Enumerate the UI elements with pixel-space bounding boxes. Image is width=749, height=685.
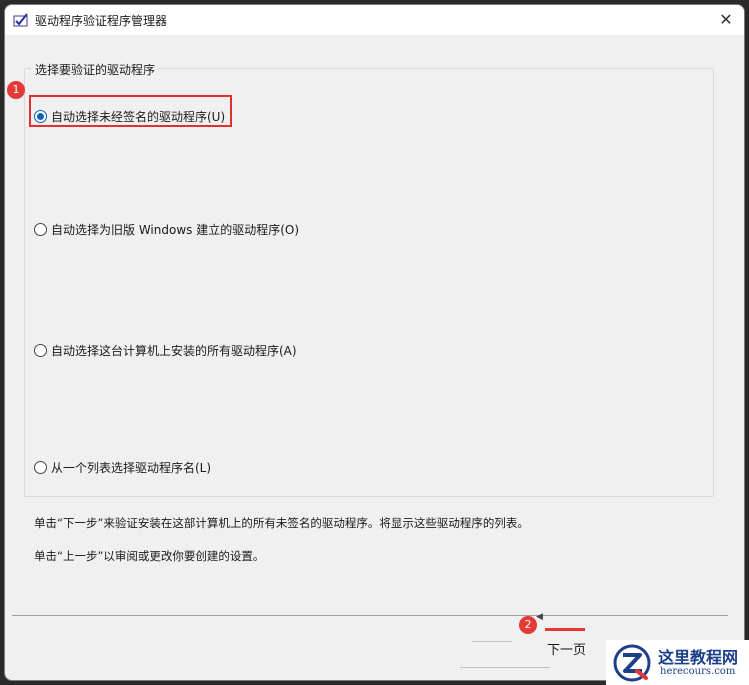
window-title: 驱动程序验证程序管理器 [35, 14, 168, 28]
step-badge-2: 2 [519, 616, 537, 634]
watermark-title: 这里教程网 [658, 648, 739, 667]
description-back: 单击“上一步”以审阅或更改你要创建的设置。 [34, 549, 265, 563]
radio-button[interactable] [34, 461, 47, 474]
faint-line [472, 641, 512, 642]
faint-line [460, 667, 550, 668]
description-next: 单击“下一步”来验证安装在这部计算机上的所有未签名的驱动程序。将显示这些驱动程序… [34, 516, 529, 530]
red-mark [545, 628, 585, 631]
radio-button[interactable] [34, 344, 47, 357]
title-bar: 驱动程序验证程序管理器 ✕ [5, 5, 744, 35]
footer-divider [12, 615, 728, 616]
radio-button[interactable] [34, 223, 47, 236]
driver-selection-group [24, 68, 714, 497]
step-badge-1: 1 [7, 81, 25, 99]
group-legend: 选择要验证的驱动程序 [32, 61, 159, 78]
radio-all-drivers[interactable]: 自动选择这台计算机上安装的所有驱动程序(A) [34, 342, 297, 359]
radio-label: 自动选择为旧版 Windows 建立的驱动程序(O) [51, 223, 300, 237]
next-button[interactable]: 下一页 [547, 637, 586, 665]
radio-label: 从一个列表选择驱动程序名(L) [51, 461, 212, 475]
z-logo-icon [613, 644, 651, 682]
radio-button[interactable] [34, 110, 47, 123]
driver-verifier-icon [13, 13, 28, 27]
radio-legacy-drivers[interactable]: 自动选择为旧版 Windows 建立的驱动程序(O) [34, 221, 299, 238]
watermark-url: herecours.com [660, 666, 736, 677]
back-caret-icon: ◀ [536, 612, 543, 622]
radio-label: 自动选择这台计算机上安装的所有驱动程序(A) [51, 344, 297, 358]
radio-label: 自动选择未经签名的驱动程序(U) [51, 110, 226, 124]
close-icon[interactable]: ✕ [712, 7, 740, 33]
radio-unsigned-drivers[interactable]: 自动选择未经签名的驱动程序(U) [34, 108, 225, 125]
radio-select-from-list[interactable]: 从一个列表选择驱动程序名(L) [34, 459, 211, 476]
watermark: 这里教程网 herecours.com [606, 640, 749, 685]
